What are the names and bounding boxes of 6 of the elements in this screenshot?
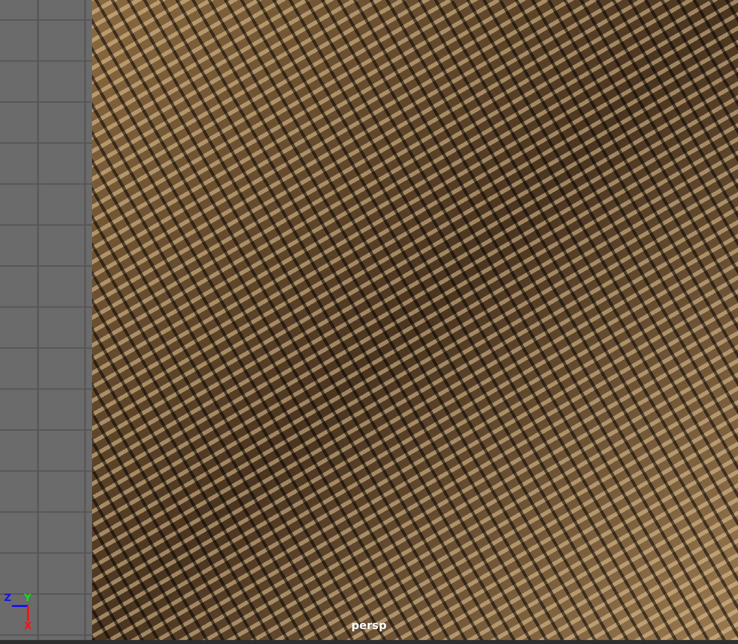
axis-label: Y (24, 594, 32, 604)
viewport[interactable]: Z Y X persp (0, 0, 738, 644)
axis-label: Z (4, 594, 12, 604)
axis-gizmo-drawing (12, 605, 30, 623)
camera-label: persp (351, 619, 387, 632)
axis-label: X (24, 622, 32, 632)
